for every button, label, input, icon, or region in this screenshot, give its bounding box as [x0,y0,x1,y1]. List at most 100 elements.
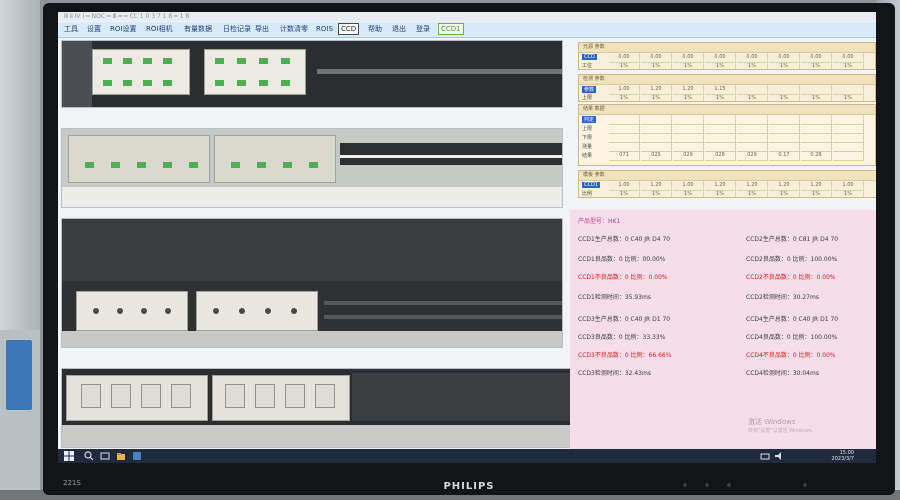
camera-2-dark-band [340,143,562,165]
latch [285,384,305,408]
menu-item-exit[interactable]: 退出 [390,24,408,34]
grid-cell[interactable]: 1% [673,94,704,101]
menu-item-data[interactable]: 有量数据 [182,24,214,34]
grid-cell[interactable]: 1% [705,62,736,69]
grid-row-label[interactable]: 上限 [582,94,592,101]
rail [324,301,562,305]
task-view-icon[interactable] [100,451,110,461]
pin [237,58,246,64]
search-icon[interactable] [84,451,94,461]
grid-cell[interactable]: 1% [801,94,832,101]
grid-cell[interactable]: 1% [641,62,672,69]
ccd3-defect: CCD3不良品数：0 比例：66.66% [578,352,672,359]
latch [225,384,245,408]
hole [239,308,245,314]
hole [141,308,147,314]
latch [255,384,275,408]
pin [123,58,132,64]
grid-row-label[interactable]: 判定 [582,116,597,123]
grid-cell[interactable]: 1% [737,62,768,69]
menu-item-tools[interactable]: 工具 [62,24,80,34]
monitor-button[interactable] [727,483,731,487]
grid-cell[interactable]: 1% [801,190,832,197]
grid-cell[interactable]: 0.17 [769,151,800,161]
camera-2-base [62,187,562,207]
pin [163,80,172,86]
grid-cell[interactable]: 1% [769,190,800,197]
hole [93,308,99,314]
ccd4-good: CCD4良品数：0 比例：100.00% [746,334,838,341]
grid-cell[interactable]: 1% [609,62,640,69]
grid-cell[interactable]: 1% [833,94,864,101]
grid-cell[interactable]: 1% [833,190,864,197]
grid-cell[interactable]: 029 [673,151,704,161]
menu-item-ccd[interactable]: CCD [338,23,360,35]
grid-cell[interactable]: 025 [641,151,672,161]
grid-cell[interactable]: 1% [641,190,672,197]
activate-windows-hint: 转到"设置"以激活 Windows。 [748,428,817,434]
monitor-button[interactable] [705,483,709,487]
grid-row-label[interactable]: 测量 [582,143,592,150]
grid-row-label[interactable]: 比例 [582,190,592,197]
pin [237,80,246,86]
taskbar-clock[interactable]: 15:00 2023/3/7 [832,450,854,462]
menu-item-roi-camera[interactable]: ROI相机 [144,24,174,34]
volume-icon[interactable] [774,451,784,461]
grid-cell[interactable]: 1% [737,94,768,101]
app-icon[interactable] [132,451,142,461]
menu-item-roi-settings[interactable]: ROI设置 [108,24,138,34]
grid-cell[interactable]: 1% [705,190,736,197]
grid-head: 检测 参数 [579,75,875,85]
grid-cell[interactable]: 1% [801,62,832,69]
grid-cell[interactable]: 028 [705,151,736,161]
grid-cell[interactable]: 029 [737,151,768,161]
grid-cell[interactable]: 1% [609,94,640,101]
grid-row-label[interactable]: 下限 [582,134,592,141]
menu-item-rois[interactable]: ROIS [314,24,335,34]
grid-row-label[interactable]: CCD1 [582,182,601,188]
hole [165,308,171,314]
menu-item-settings[interactable]: 设置 [85,24,103,34]
grid-cell[interactable] [833,151,864,161]
pin [103,58,112,64]
pin [309,162,318,168]
pin [257,162,266,168]
camera-view-2 [61,128,563,208]
grid-cell[interactable]: 0.28 [801,151,832,161]
grid-row-label[interactable]: CCD [582,54,597,60]
network-icon[interactable] [760,451,770,461]
menu-item-export[interactable]: 导出 [253,24,271,34]
menu-item-reset-count[interactable]: 计数清零 [278,24,310,34]
grid-cell[interactable]: 1% [833,62,864,69]
camera-view-1 [61,40,563,108]
grid-cell[interactable]: 1% [705,94,736,101]
taskbar: 15:00 2023/3/7 [58,449,876,463]
menu-item-help[interactable]: 帮助 [366,24,384,34]
grid-row-label[interactable]: 参数 [582,86,597,93]
grid-row-label[interactable]: 结果 [582,152,592,159]
windows-start-icon[interactable] [64,451,74,461]
ccd4-defect: CCD4不良品数：0 比例：0.00% [746,352,836,359]
pin [111,162,120,168]
grid-cell[interactable]: 1% [769,62,800,69]
pin [163,162,172,168]
grid-head: 结果 数据 [579,105,875,115]
grid-cell[interactable]: 1% [641,94,672,101]
grid-row-label[interactable]: 工位 [582,62,592,69]
folder-icon[interactable] [116,451,126,461]
grid-cell[interactable]: 1% [673,62,704,69]
menu-item-daily-log[interactable]: 日检记录 [221,24,253,34]
grid-cell[interactable]: 1% [769,94,800,101]
monitor-button[interactable] [683,483,687,487]
menu-item-ccd1-status[interactable]: CCD1 [438,23,464,35]
grid-row-label[interactable]: 上限 [582,125,592,132]
pin [143,80,152,86]
monitor-power-button[interactable] [803,483,807,487]
grid-cell[interactable]: 1% [609,190,640,197]
latch [111,384,131,408]
monitor-brand-logo: PHILIPS [443,481,495,492]
grid-cell[interactable]: 1% [673,190,704,197]
grid-cell[interactable]: 071 [609,151,640,161]
grid-cell[interactable]: 1% [737,190,768,197]
menu-item-login[interactable]: 登录 [414,24,432,34]
